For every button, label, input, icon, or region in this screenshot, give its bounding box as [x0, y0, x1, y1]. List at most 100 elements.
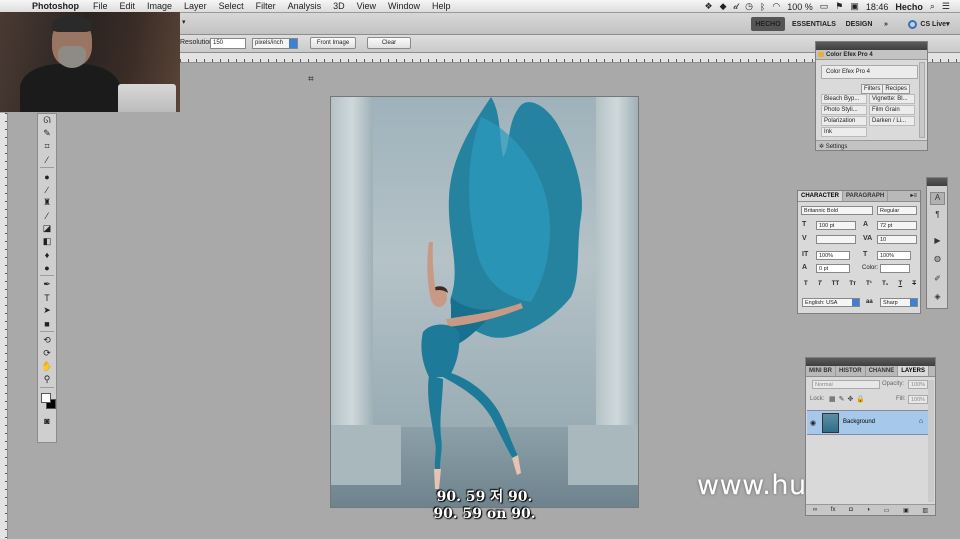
lock-pixels-icon[interactable]: ✎	[839, 396, 848, 403]
quick-select-tool-icon[interactable]: ✎	[38, 127, 56, 140]
panel-menu-icon[interactable]: ▸≡	[907, 191, 920, 201]
menu-file[interactable]: File	[93, 1, 108, 11]
dodge-tool-icon[interactable]: ●	[38, 261, 56, 274]
tool-preset-dropdown-icon[interactable]: ▾	[182, 18, 186, 26]
panel-titlebar[interactable]	[816, 42, 927, 50]
small-caps-button[interactable]: Tт	[849, 281, 856, 287]
layer-row-background[interactable]: ◉ Background ⌂	[807, 410, 931, 435]
strikethrough-button[interactable]: T	[912, 281, 916, 287]
color-swatches[interactable]	[38, 390, 56, 414]
font-size-select[interactable]: 100 pt	[816, 221, 856, 230]
menu-view[interactable]: View	[357, 1, 376, 11]
paragraph-panel-icon[interactable]: ¶	[930, 210, 945, 223]
layer-style-icon[interactable]: fx	[831, 507, 836, 513]
font-family-select[interactable]: Britannic Bold	[801, 206, 873, 215]
filter-photo-stylizer[interactable]: Photo Styli...	[821, 105, 867, 115]
gradient-tool-icon[interactable]: ◧	[38, 235, 56, 248]
layers-scrollbar[interactable]	[928, 380, 934, 502]
clone-source-panel-icon[interactable]: ✐	[930, 274, 945, 287]
new-group-icon[interactable]: ▭	[884, 507, 890, 514]
opacity-input[interactable]: 100%	[908, 380, 928, 389]
cs-live-button[interactable]: CS Live ▾	[904, 17, 954, 31]
subscript-button[interactable]: T₁	[882, 281, 888, 287]
horizontal-scale-input[interactable]: 100%	[877, 251, 911, 260]
3d-orbit-tool-icon[interactable]: ⟳	[38, 347, 56, 360]
superscript-button[interactable]: T¹	[866, 281, 872, 287]
filter-ink[interactable]: Ink	[821, 127, 867, 137]
antialias-select[interactable]: Sharp	[880, 298, 918, 307]
filter-vignette[interactable]: Vignette: Bl...	[869, 94, 915, 104]
menu-help[interactable]: Help	[432, 1, 451, 11]
notifications-icon[interactable]: ☰	[942, 1, 950, 12]
time-machine-icon[interactable]: ◷	[745, 1, 753, 12]
brush-tool-icon[interactable]: ∕	[38, 183, 56, 196]
menu-window[interactable]: Window	[388, 1, 420, 11]
resolution-unit-select[interactable]: pixels/inch	[252, 38, 298, 49]
filter-film-grain[interactable]: Film Grain	[869, 105, 915, 115]
layers-titlebar[interactable]	[806, 358, 935, 366]
battery-icon[interactable]: ▭	[820, 1, 829, 12]
tracking-select[interactable]: 10	[877, 235, 917, 244]
lock-all-icon[interactable]: 🔒	[856, 396, 868, 403]
blur-tool-icon[interactable]: ♦	[38, 248, 56, 261]
flag-icon[interactable]: ⚑	[835, 1, 843, 12]
all-caps-button[interactable]: TT	[832, 281, 839, 287]
eyedropper-tool-icon[interactable]: ⁄	[38, 153, 56, 166]
fill-input[interactable]: 100%	[908, 395, 928, 404]
tab-recipes[interactable]: Recipes	[882, 84, 911, 94]
filter-polarization[interactable]: Polarization	[821, 116, 867, 126]
underline-button[interactable]: T	[898, 281, 902, 287]
vertical-ruler[interactable]	[0, 113, 8, 539]
menu-filter[interactable]: Filter	[256, 1, 276, 11]
wifi-icon[interactable]: ◠	[772, 1, 780, 12]
menu-app-name[interactable]: Photoshop	[32, 1, 79, 11]
script-icon[interactable]: 𝒹	[734, 1, 739, 12]
tab-channels[interactable]: CHANNE	[866, 366, 899, 376]
menu-layer[interactable]: Layer	[184, 1, 207, 11]
brushes-panel-icon[interactable]: ◍	[930, 254, 945, 267]
text-color-swatch[interactable]	[880, 264, 910, 273]
crop-tool-icon[interactable]: ⌗	[38, 140, 56, 153]
faux-bold-button[interactable]: T	[804, 281, 808, 287]
add-mask-icon[interactable]: ◘	[849, 507, 853, 513]
filter-darken-lighten[interactable]: Darken / Li...	[869, 116, 915, 126]
history-brush-tool-icon[interactable]: ⁄	[38, 209, 56, 222]
workspace-more-button[interactable]: »	[880, 17, 892, 31]
eraser-tool-icon[interactable]: ◪	[38, 222, 56, 235]
zoom-tool-icon[interactable]: ⚲	[38, 373, 56, 386]
foreground-color-swatch[interactable]	[41, 393, 51, 403]
efex-header-button[interactable]: Color Efex Pro 4	[821, 65, 918, 79]
workspace-hecho[interactable]: HECHO	[751, 17, 785, 31]
tab-layers[interactable]: LAYERS	[898, 366, 930, 376]
lasso-tool-icon[interactable]: ᘏ	[38, 114, 56, 127]
workspace-design[interactable]: DESIGN	[844, 17, 874, 31]
blend-mode-select[interactable]: Normal	[812, 380, 880, 389]
new-layer-icon[interactable]: ▣	[903, 507, 909, 514]
efex-settings[interactable]: ✲ Settings	[816, 140, 927, 150]
clock[interactable]: 18:46	[866, 2, 889, 12]
adjustment-layer-icon[interactable]: ◑	[866, 507, 870, 513]
workspace-essentials[interactable]: ESSENTIALS	[792, 17, 836, 31]
3d-rotate-tool-icon[interactable]: ⟲	[38, 334, 56, 347]
spot-healing-tool-icon[interactable]: ●	[38, 170, 56, 183]
link-layers-icon[interactable]: ∞	[813, 507, 817, 513]
menu-3d[interactable]: 3D	[333, 1, 345, 11]
tab-paragraph[interactable]: PARAGRAPH	[843, 191, 889, 201]
leading-select[interactable]: 72 pt	[877, 221, 917, 230]
tab-character[interactable]: CHARACTER	[798, 191, 843, 201]
quick-mask-icon[interactable]: ◙	[38, 414, 56, 427]
clear-button[interactable]: Clear	[367, 37, 411, 49]
filter-bleach-bypass[interactable]: Bleach Byp...	[821, 94, 867, 104]
drive-icon[interactable]: ◆	[720, 1, 727, 12]
kerning-select[interactable]	[816, 235, 856, 244]
resolution-input[interactable]: 150	[210, 38, 246, 49]
efex-scrollbar[interactable]	[919, 62, 925, 138]
dropbox-icon[interactable]: ❖	[705, 1, 713, 12]
spotlight-search-icon[interactable]: ⌕	[930, 1, 935, 12]
menu-image[interactable]: Image	[147, 1, 172, 11]
menu-edit[interactable]: Edit	[120, 1, 136, 11]
faux-italic-button[interactable]: T	[818, 281, 822, 287]
font-style-select[interactable]: Regular	[877, 206, 917, 215]
front-image-button[interactable]: Front Image	[310, 37, 356, 49]
vertical-scale-input[interactable]: 100%	[816, 251, 850, 260]
